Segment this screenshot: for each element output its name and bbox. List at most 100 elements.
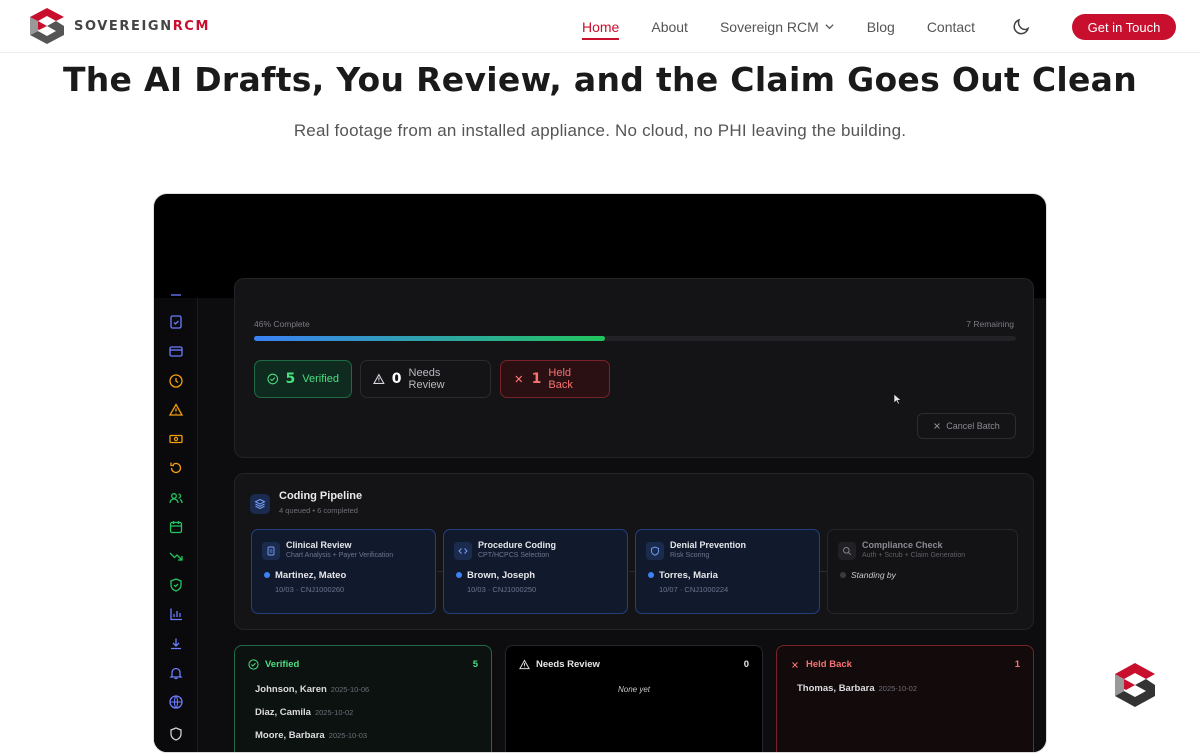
trend-down-icon[interactable]	[168, 548, 184, 564]
cancel-batch-button[interactable]: Cancel Batch	[917, 413, 1016, 439]
progress-label: 46% Complete	[254, 319, 310, 329]
verified-pill[interactable]: 5 Verified	[254, 360, 352, 398]
verified-column-title: Verified	[248, 659, 299, 670]
nav-item-contact[interactable]: Contact	[927, 19, 975, 35]
status-dot	[840, 572, 846, 578]
clock-icon[interactable]	[168, 373, 184, 389]
stage-procedure-coding[interactable]: Procedure Coding CPT/HCPCS Selection Bro…	[443, 529, 628, 614]
list-item[interactable]: Johnson, Karen 2025-10-06	[255, 684, 369, 695]
verified-label: Verified	[302, 373, 339, 385]
list-item[interactable]: Moore, Barbara 2025-10-03	[255, 730, 367, 741]
held-back-column: Held Back 1 Thomas, Barbara 2025-10-02	[776, 645, 1034, 752]
claim-meta: 10/07 · CNJ1000224	[659, 585, 729, 594]
menu-icon[interactable]	[168, 290, 184, 306]
warning-icon	[519, 659, 530, 670]
main-nav: Home About Sovereign RCM Blog Contact	[582, 0, 1007, 53]
hero-subtitle: Real footage from an installed appliance…	[293, 121, 907, 140]
layers-icon	[250, 494, 270, 514]
held-back-column-title: Held Back	[790, 659, 852, 670]
demo-video[interactable]: 46% Complete 7 Remaining 5 Verified 0 Ne…	[153, 193, 1047, 753]
status-dot	[456, 572, 462, 578]
stage-denial-prevention[interactable]: Denial Prevention Risk Scoring Torres, M…	[635, 529, 820, 614]
warning-icon	[373, 373, 385, 384]
hero-title: The AI Drafts, You Review, and the Claim…	[62, 60, 1138, 99]
warning-icon[interactable]	[168, 402, 184, 418]
globe-icon[interactable]	[168, 694, 184, 710]
users-icon[interactable]	[168, 490, 184, 506]
search-icon	[838, 542, 856, 560]
close-icon	[934, 423, 941, 429]
shield-icon[interactable]	[168, 726, 184, 742]
moon-icon[interactable]	[1012, 16, 1032, 36]
standing-by-label: Standing by	[851, 570, 896, 580]
nav-item-about[interactable]: About	[651, 19, 688, 35]
claim-meta: 10/03 · CNJ1000250	[467, 585, 537, 594]
needs-review-column-title: Needs Review	[519, 659, 600, 670]
download-icon[interactable]	[168, 636, 184, 652]
remaining-label: 7 Remaining	[966, 319, 1014, 329]
nav-item-home[interactable]: Home	[582, 19, 620, 40]
held-back-count: 1	[531, 371, 542, 387]
shield-icon	[646, 542, 664, 560]
mouse-cursor-icon	[893, 393, 902, 405]
held-back-label: Held Back	[548, 367, 573, 391]
chevron-down-icon	[825, 24, 834, 30]
needs-review-label: Needs Review	[408, 367, 445, 391]
check-circle-icon	[267, 373, 279, 385]
credit-card-icon[interactable]	[168, 343, 184, 359]
app-sidebar	[154, 294, 198, 752]
status-dot	[264, 572, 270, 578]
site-logo[interactable]: SOVEREIGNRCM	[26, 6, 210, 46]
needs-review-column-count: 0	[743, 659, 749, 670]
empty-state-label: None yet	[617, 685, 651, 694]
bar-chart-icon[interactable]	[168, 606, 184, 622]
close-icon	[515, 375, 523, 383]
money-icon[interactable]	[168, 431, 184, 447]
stage-title: Compliance Check	[862, 540, 943, 550]
logo-wordmark: SOVEREIGNRCM	[74, 18, 210, 34]
progress-bar-fill	[254, 336, 605, 341]
needs-review-column: Needs Review 0 None yet	[505, 645, 763, 752]
list-item[interactable]: Diaz, Camila 2025-10-02	[255, 707, 353, 718]
patient-name: Brown, Joseph	[467, 570, 536, 581]
pipeline-title: Coding Pipeline	[279, 490, 363, 502]
stage-title: Clinical Review	[286, 540, 352, 550]
logo-mark-icon	[30, 8, 64, 44]
claim-meta: 10/03 · CNJ1000260	[275, 585, 345, 594]
check-circle-icon	[248, 659, 259, 670]
status-dot	[648, 572, 654, 578]
stage-title: Procedure Coding	[478, 540, 557, 550]
stage-clinical-review[interactable]: Clinical Review Chart Analysis + Payer V…	[251, 529, 436, 614]
code-icon	[454, 542, 472, 560]
verified-column: Verified 5 Johnson, Karen 2025-10-06 Diaz…	[234, 645, 492, 752]
patient-name: Torres, Maria	[659, 570, 718, 581]
stage-compliance-check[interactable]: Compliance Check Auth + Scrub + Claim Ge…	[827, 529, 1018, 614]
verified-column-count: 5	[472, 659, 478, 670]
stage-subtitle: CPT/HCPCS Selection	[478, 552, 550, 559]
shield-check-icon[interactable]	[168, 577, 184, 593]
stage-subtitle: Auth + Scrub + Claim Generation	[862, 552, 966, 559]
nav-item-blog[interactable]: Blog	[867, 19, 895, 35]
site-header: SOVEREIGNRCM Home About Sovereign RCM Bl…	[0, 0, 1200, 53]
chat-widget-logo-icon[interactable]	[1110, 660, 1160, 710]
bell-icon[interactable]	[168, 665, 184, 681]
close-icon	[792, 661, 798, 668]
get-in-touch-button[interactable]: Get in Touch	[1072, 14, 1176, 40]
held-back-pill[interactable]: 1 Held Back	[500, 360, 610, 398]
verified-count: 5	[285, 371, 296, 387]
patient-name: Martinez, Mateo	[275, 570, 347, 581]
needs-review-pill[interactable]: 0 Needs Review	[360, 360, 491, 398]
refresh-icon[interactable]	[168, 460, 184, 476]
document-icon	[262, 542, 280, 560]
stage-subtitle: Chart Analysis + Payer Verification	[286, 552, 394, 559]
document-check-icon[interactable]	[168, 314, 184, 330]
stage-subtitle: Risk Scoring	[670, 552, 710, 559]
needs-review-count: 0	[391, 371, 402, 387]
nav-item-sovereign-rcm[interactable]: Sovereign RCM	[720, 19, 835, 35]
list-item[interactable]: Thomas, Barbara 2025-10-02	[797, 683, 917, 694]
held-back-column-count: 1	[1014, 659, 1020, 670]
stage-title: Denial Prevention	[670, 540, 747, 550]
progress-bar	[254, 336, 1016, 341]
app-screen: 46% Complete 7 Remaining 5 Verified 0 Ne…	[154, 278, 1046, 752]
calendar-icon[interactable]	[168, 519, 184, 535]
